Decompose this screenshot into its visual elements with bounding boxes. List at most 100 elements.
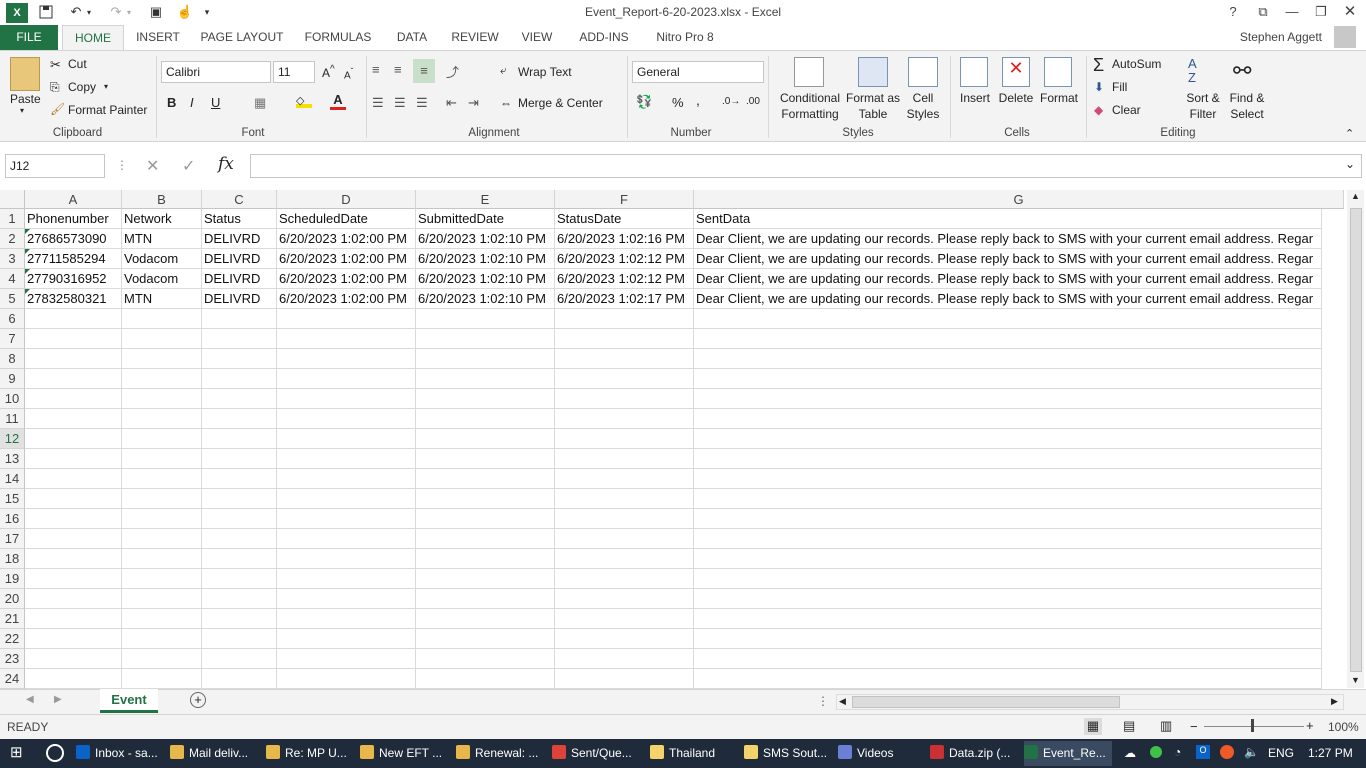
tab-split-handle[interactable]: ⋮ <box>817 694 829 708</box>
cell[interactable] <box>122 469 202 489</box>
cell[interactable] <box>25 609 122 629</box>
cell[interactable] <box>122 529 202 549</box>
cell[interactable] <box>694 629 1322 649</box>
zoom-out-icon[interactable]: − <box>1190 719 1198 734</box>
find-select-label-1[interactable]: Find & <box>1224 91 1270 105</box>
taskbar-item[interactable]: Re: MP U... <box>266 741 356 766</box>
cell[interactable] <box>694 509 1322 529</box>
cell[interactable] <box>694 449 1322 469</box>
cell[interactable] <box>25 629 122 649</box>
row-header[interactable]: 13 <box>0 449 25 469</box>
cell[interactable] <box>694 349 1322 369</box>
cell[interactable] <box>277 549 416 569</box>
windows-start-icon[interactable]: ⊞ <box>10 745 26 761</box>
outlook-tray-icon[interactable]: O <box>1196 745 1210 759</box>
select-all-corner[interactable] <box>0 190 25 209</box>
formula-input[interactable] <box>250 154 1362 178</box>
error-indicator-icon[interactable] <box>25 269 30 274</box>
cell[interactable] <box>122 489 202 509</box>
column-header-e[interactable]: E <box>416 190 555 209</box>
cell[interactable] <box>416 649 555 669</box>
taskbar-item[interactable]: Mail deliv... <box>170 741 260 766</box>
cell[interactable] <box>277 669 416 689</box>
row-header[interactable]: 18 <box>0 549 25 569</box>
wifi-icon[interactable]: ◔ <box>1174 745 1181 759</box>
autosum-icon[interactable]: Σ <box>1093 55 1104 76</box>
row-header[interactable]: 3 <box>0 249 25 269</box>
format-painter-button[interactable]: Format Painter <box>68 103 147 117</box>
cell[interactable] <box>555 669 694 689</box>
taskbar-item[interactable]: Sent/Que... <box>552 741 646 766</box>
prev-sheet-icon[interactable]: ◀ <box>26 694 34 705</box>
cell[interactable] <box>25 389 122 409</box>
cell[interactable] <box>416 629 555 649</box>
decrease-font-icon[interactable]: Aˇ <box>344 66 353 81</box>
cell[interactable] <box>202 309 277 329</box>
cell[interactable] <box>202 609 277 629</box>
tab-formulas[interactable]: FORMULAS <box>302 25 374 50</box>
cell[interactable]: Dear Client, we are updating our records… <box>694 249 1322 269</box>
number-format-dropdown[interactable]: General <box>632 61 764 83</box>
cell[interactable] <box>122 509 202 529</box>
cell[interactable] <box>202 489 277 509</box>
format-painter-icon[interactable]: 🖌 <box>50 102 65 116</box>
input-language[interactable]: ENG <box>1268 746 1294 760</box>
cell[interactable] <box>122 629 202 649</box>
cell[interactable]: Dear Client, we are updating our records… <box>694 269 1322 289</box>
currency-icon[interactable]: 💱 <box>636 94 652 110</box>
row-header[interactable]: 7 <box>0 329 25 349</box>
scroll-down-icon[interactable]: ▼ <box>1351 675 1360 685</box>
format-as-table-label-1[interactable]: Format as <box>844 91 902 105</box>
cell[interactable] <box>416 489 555 509</box>
cell[interactable] <box>277 429 416 449</box>
cell[interactable] <box>694 369 1322 389</box>
page-layout-view-icon[interactable]: ▤ <box>1123 718 1135 734</box>
italic-button[interactable]: I <box>190 95 194 110</box>
zoom-level[interactable]: 100% <box>1328 720 1359 734</box>
restore-icon[interactable]: ❐ <box>1310 2 1332 22</box>
cell[interactable]: Vodacom <box>122 269 202 289</box>
minimize-icon[interactable]: — <box>1281 2 1303 22</box>
copy-dropdown-icon[interactable]: ▾ <box>104 82 108 91</box>
cell[interactable] <box>416 349 555 369</box>
cell[interactable]: 27686573090 <box>25 229 122 249</box>
scroll-up-icon[interactable]: ▲ <box>1351 191 1360 201</box>
column-header-c[interactable]: C <box>202 190 277 209</box>
sort-filter-label-2[interactable]: Filter <box>1180 107 1226 121</box>
cell[interactable] <box>277 309 416 329</box>
cell[interactable] <box>555 629 694 649</box>
taskbar-item[interactable]: SMS Sout... <box>744 741 832 766</box>
error-indicator-icon[interactable] <box>25 249 30 254</box>
merge-center-icon[interactable]: ⇔ <box>500 96 512 110</box>
collapse-ribbon-icon[interactable]: ⌃ <box>1345 127 1354 140</box>
zoom-in-icon[interactable]: + <box>1306 718 1314 733</box>
cell[interactable] <box>555 569 694 589</box>
cell[interactable] <box>277 609 416 629</box>
cell[interactable] <box>694 549 1322 569</box>
enter-icon[interactable]: ✓ <box>182 156 195 176</box>
tab-view[interactable]: VIEW <box>518 25 556 50</box>
error-indicator-icon[interactable] <box>25 289 30 294</box>
font-name-dropdown[interactable]: Calibri <box>161 61 271 83</box>
tab-nitro[interactable]: Nitro Pro 8 <box>650 25 720 50</box>
comma-button[interactable]: , <box>696 92 700 108</box>
cell[interactable]: 6/20/2023 1:02:10 PM <box>416 249 555 269</box>
cell[interactable] <box>555 609 694 629</box>
insert-button[interactable]: Insert <box>956 91 994 105</box>
row-header[interactable]: 9 <box>0 369 25 389</box>
row-header[interactable]: 11 <box>0 409 25 429</box>
insert-cells-icon[interactable] <box>960 57 988 87</box>
tray-app-icon[interactable] <box>1220 745 1234 759</box>
cell[interactable]: Network <box>122 209 202 229</box>
cell[interactable] <box>25 569 122 589</box>
row-header[interactable]: 22 <box>0 629 25 649</box>
borders-icon[interactable]: ▦ <box>254 95 266 111</box>
cell[interactable]: StatusDate <box>555 209 694 229</box>
cell[interactable] <box>202 409 277 429</box>
align-right-icon[interactable]: ☰ <box>416 95 428 111</box>
cell[interactable] <box>122 569 202 589</box>
cell[interactable] <box>416 389 555 409</box>
cell[interactable] <box>416 589 555 609</box>
cell[interactable] <box>202 589 277 609</box>
cut-button[interactable]: Cut <box>68 57 87 71</box>
